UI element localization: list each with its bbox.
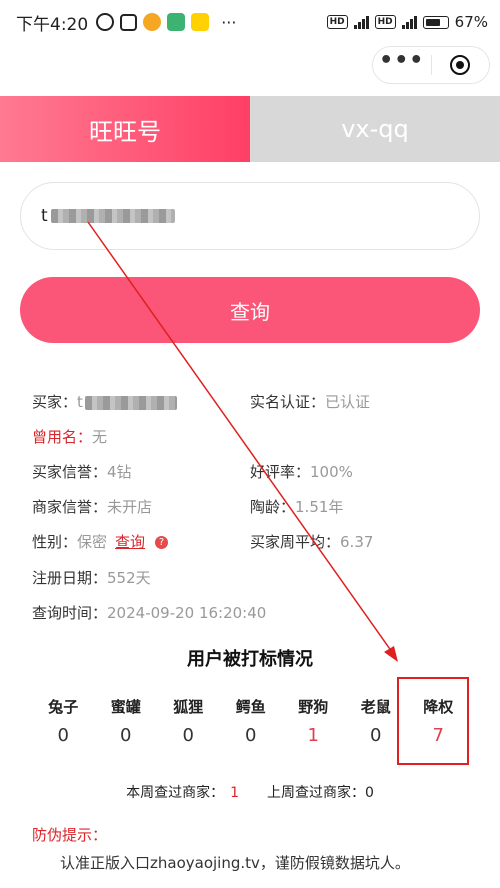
marking-title: 用户被打标情况: [187, 649, 313, 670]
weekly-avg-row: 买家周平均：6.37: [250, 531, 373, 552]
hd-icon: HD: [326, 15, 348, 29]
last-week-label: 上周查过商家：: [267, 785, 365, 801]
account-input-value: t: [41, 206, 49, 226]
obscured-text: [50, 209, 175, 223]
buyer-obscured: [84, 395, 177, 410]
status-time: 下午4:20: [16, 14, 89, 35]
register-row: 注册日期：552天: [32, 567, 151, 588]
status-right: HD HD 67%: [326, 0, 488, 44]
query-button[interactable]: 查询: [20, 277, 480, 343]
former-name-label: 曾用名：: [32, 428, 93, 446]
account-input[interactable]: t: [20, 182, 480, 250]
tao-age-label: 陶龄：: [250, 498, 296, 516]
buyer-label: 买家：: [32, 393, 78, 411]
mark-label: 兔子: [48, 698, 79, 716]
this-week-label: 本周查过商家：: [126, 785, 225, 801]
battery-icon: [422, 15, 449, 29]
positive-rate-row: 好评率：100%: [250, 461, 353, 482]
hd-icon-2: HD: [374, 15, 396, 29]
mark-label: 鳄鱼: [235, 698, 266, 716]
mark-item: 蜜罐 0: [95, 693, 158, 746]
realname-label: 实名认证：: [250, 393, 326, 411]
realname-value: 已认证: [325, 393, 371, 411]
gender-label: 性别：: [32, 533, 78, 551]
signal-icon: [353, 15, 369, 29]
gender-query-link[interactable]: 查询: [115, 533, 145, 551]
last-week-value: 0: [365, 785, 374, 801]
help-icon[interactable]: ?: [155, 536, 169, 549]
mark-value: 0: [245, 725, 257, 746]
app-notification-icon: [120, 13, 138, 31]
seller-credit-label: 商家信誉：: [32, 498, 108, 516]
this-week-value: 1: [230, 785, 239, 801]
status-bar: 下午4:20 ··· HD HD 67%: [0, 0, 500, 44]
tab-wangwang[interactable]: 旺旺号: [0, 96, 250, 162]
mark-label: 蜜罐: [110, 698, 141, 716]
weekly-avg-label: 买家周平均：: [250, 533, 341, 551]
seller-credit-value: 未开店: [107, 498, 153, 516]
more-notifications-icon: ···: [221, 12, 237, 32]
weekly-avg-value: 6.37: [340, 533, 374, 551]
buyer-credit-row: 买家信誉：4钻: [32, 461, 132, 482]
alarm-icon: [96, 13, 115, 31]
buyer-credit-label: 买家信誉：: [32, 463, 108, 481]
book-app-icon: [167, 13, 186, 31]
query-type-tabs: 旺旺号 vx-qq: [0, 96, 500, 162]
gender-row: 性别：保密 查询?: [32, 531, 169, 552]
mark-item: 兔子 0: [32, 693, 95, 746]
mark-value: 1: [307, 725, 319, 746]
query-time-label: 查询时间：: [32, 604, 108, 622]
register-value: 552天: [107, 569, 151, 587]
signal-icon-2: [401, 15, 417, 29]
register-label: 注册日期：: [32, 569, 108, 587]
miniprogram-capsule: •••: [372, 46, 490, 84]
meituan-icon: [191, 13, 210, 31]
mark-value: 0: [182, 725, 194, 746]
former-name-value: 无: [92, 428, 108, 446]
tao-age-row: 陶龄：1.51年: [250, 496, 343, 517]
close-miniprogram-button[interactable]: [431, 55, 489, 75]
query-time-row: 查询时间：2024-09-20 16:20:40: [32, 602, 266, 623]
mark-label: 狐狸: [173, 698, 204, 716]
tab-vx-qq[interactable]: vx-qq: [250, 96, 500, 162]
former-name-row: 曾用名：无: [32, 426, 107, 447]
mark-value: 0: [57, 725, 69, 746]
mark-label: 野狗: [298, 698, 329, 716]
buyer-credit-value: 4钻: [107, 463, 132, 481]
buyer-value: t: [77, 393, 83, 411]
positive-rate-value: 100%: [310, 463, 353, 481]
warning-text: 认准正版入口zhaoyaojing.tv，谨防假镜数据坑人。: [60, 854, 410, 872]
mark-item: 狐狸 0: [157, 693, 220, 746]
positive-rate-label: 好评率：: [250, 463, 311, 481]
gender-value: 保密: [77, 533, 108, 551]
weibo-icon: [143, 13, 162, 31]
realname-row: 实名认证：已认证: [250, 391, 370, 412]
buyer-row: 买家：t: [32, 391, 177, 412]
mark-value: 0: [120, 725, 132, 746]
mark-item: 野狗 1: [282, 693, 345, 746]
query-time-value: 2024-09-20 16:20:40: [107, 604, 267, 622]
tao-age-value: 1.51年: [295, 498, 344, 516]
annotation-highlight-box: [397, 677, 469, 765]
mark-item: 鳄鱼 0: [220, 693, 283, 746]
warning-title: 防伪提示：: [32, 826, 108, 844]
weekly-check-row: 本周查过商家： 1 上周查过商家：0: [0, 782, 500, 802]
seller-credit-row: 商家信誉：未开店: [32, 496, 152, 517]
battery-percent: 67%: [454, 13, 488, 31]
notification-icons: ···: [96, 13, 236, 32]
target-icon: [450, 55, 471, 75]
more-menu-button[interactable]: •••: [373, 50, 431, 72]
